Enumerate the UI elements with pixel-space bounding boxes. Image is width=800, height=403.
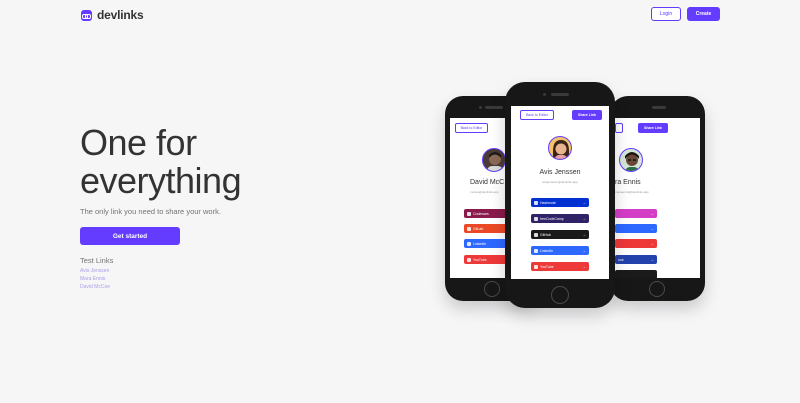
arrow-right-icon: → <box>650 226 654 231</box>
top-nav: devlinks Login Create <box>0 0 800 30</box>
login-button[interactable]: Login <box>651 7 681 21</box>
link-item[interactable]: → <box>615 209 657 218</box>
arrow-right-icon: → <box>582 200 586 205</box>
link-logo-icon <box>81 9 92 21</box>
link-item[interactable]: → <box>615 224 657 233</box>
speaker-grille <box>551 93 569 96</box>
arrow-right-icon: → <box>582 232 586 237</box>
link-item[interactable] <box>615 270 657 278</box>
profile-email: maraennis@devlinks.app <box>615 190 649 194</box>
phone-screen-center: Back to Editor Share Link Avis Jenssen a… <box>511 106 609 279</box>
link-facebook[interactable]: ook → <box>615 255 657 264</box>
create-button[interactable]: Create <box>687 7 720 21</box>
share-link-button[interactable]: Share Link <box>638 123 668 133</box>
avatar <box>482 148 506 172</box>
link-label: GitHub <box>540 232 551 237</box>
link-label: GitLab <box>473 226 484 231</box>
speaker-grille <box>485 106 503 109</box>
youtube-icon <box>467 257 471 262</box>
home-button <box>484 281 500 297</box>
test-links-list: Avis Jenssen Mara Ennis David McCoe <box>80 268 110 291</box>
speaker-grille <box>652 106 666 109</box>
phone-screen-right: Share Link ra Ennis maraennis@devlinks.a… <box>615 118 700 278</box>
back-to-editor-button[interactable] <box>615 123 623 133</box>
link-hashnode[interactable]: Hashnode → <box>531 198 589 207</box>
arrow-right-icon: → <box>650 211 654 216</box>
link-label: freeCodeCamp <box>540 216 564 221</box>
link-label: LinkedIn <box>473 241 487 246</box>
link-label: YouTube <box>473 257 487 262</box>
codewars-icon <box>467 211 471 216</box>
logo[interactable]: devlinks <box>81 8 144 22</box>
test-link-david[interactable]: David McCoe <box>80 284 110 291</box>
get-started-button[interactable]: Get started <box>80 227 180 245</box>
test-link-avis[interactable]: Avis Jenssen <box>80 268 110 275</box>
link-label: ook <box>618 257 624 262</box>
arrow-right-icon: → <box>650 241 654 246</box>
link-linkedin[interactable]: LinkedIn → <box>531 246 589 255</box>
arrow-right-icon: → <box>582 264 586 269</box>
link-label: Codewars <box>473 211 489 216</box>
back-to-editor-button[interactable]: Back to Editor <box>455 123 488 133</box>
home-button <box>649 281 665 297</box>
linkedin-icon <box>534 248 538 253</box>
avatar <box>619 148 643 172</box>
github-icon <box>534 232 538 237</box>
link-youtube[interactable]: YouTube → <box>531 262 589 271</box>
freecodecamp-icon <box>534 216 538 221</box>
profile-email: avisjenssen@devlinks.app <box>542 180 578 184</box>
youtube-icon <box>534 264 538 269</box>
profile-name: ra Ennis <box>615 179 641 186</box>
link-label: YouTube <box>540 264 554 269</box>
link-label: LinkedIn <box>540 248 554 253</box>
phone-mockup-center: Back to Editor Share Link Avis Jenssen a… <box>505 82 615 308</box>
arrow-right-icon: → <box>582 216 586 221</box>
camera-icon <box>543 93 546 96</box>
hero-title: One for everything <box>80 122 242 201</box>
phone-mockup-right: Share Link ra Ennis maraennis@devlinks.a… <box>610 96 705 301</box>
hero-subtitle: The only link you need to share your wor… <box>80 207 221 216</box>
logo-text: devlinks <box>97 8 144 22</box>
camera-icon <box>479 106 482 109</box>
avatar-portrait-icon <box>553 140 569 159</box>
link-label: Hashnode <box>540 200 556 205</box>
hashnode-icon <box>534 200 538 205</box>
arrow-right-icon: → <box>650 257 654 262</box>
share-link-button[interactable]: Share Link <box>572 110 602 120</box>
avatar-portrait-icon <box>625 152 639 171</box>
link-freecodecamp[interactable]: freeCodeCamp → <box>531 214 589 223</box>
avatar-portrait-icon <box>487 152 503 171</box>
profile-name: Avis Jenssen <box>539 169 581 176</box>
avatar <box>548 136 572 160</box>
link-item[interactable]: → <box>615 239 657 248</box>
test-link-mara[interactable]: Mara Ennis <box>80 276 110 283</box>
home-button <box>551 286 569 304</box>
gitlab-icon <box>467 226 471 231</box>
back-to-editor-button[interactable]: Back to Editor <box>520 110 554 120</box>
arrow-right-icon: → <box>582 248 586 253</box>
link-github[interactable]: GitHub → <box>531 230 589 239</box>
test-links-title: Test Links <box>80 256 114 265</box>
linkedin-icon <box>467 241 471 246</box>
